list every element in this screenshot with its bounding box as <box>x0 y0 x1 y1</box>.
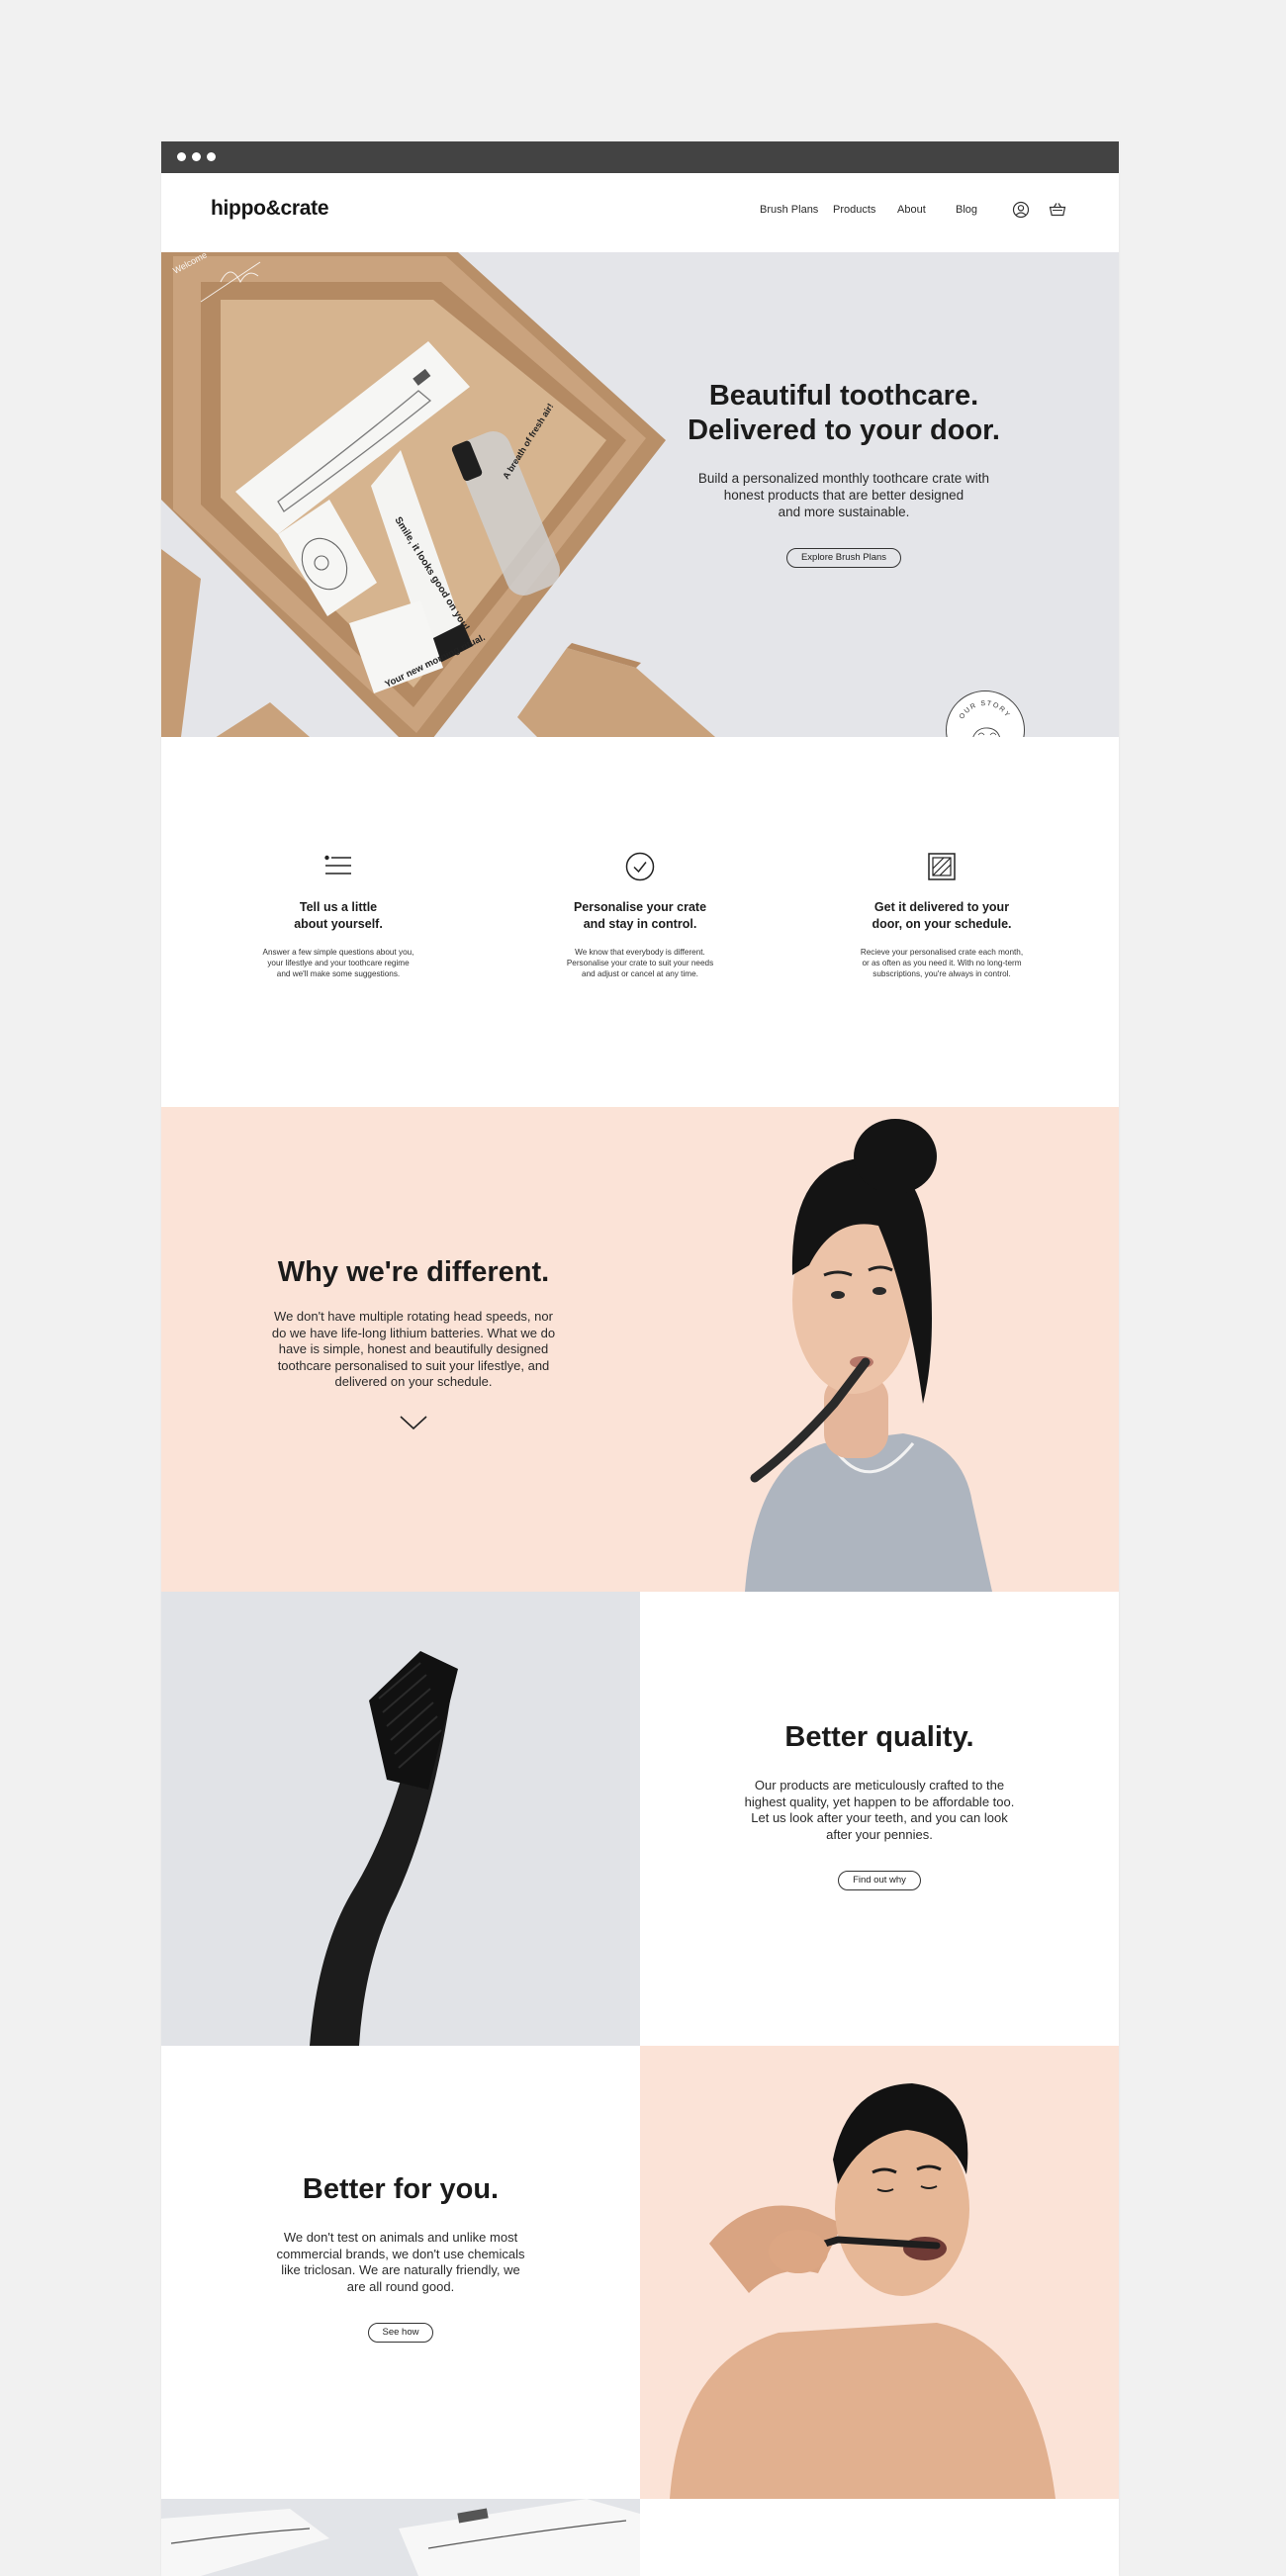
how-it-works-section: Tell us a little about yourself. Answer a… <box>161 737 1119 1107</box>
find-out-why-button[interactable]: Find out why <box>838 1871 921 1890</box>
basket-icon[interactable] <box>1048 200 1067 220</box>
man-brushing-photo <box>640 2046 1119 2499</box>
list-icon <box>324 855 351 874</box>
better-for-you-copy: Better for you. We don't test on animals… <box>257 2172 544 2343</box>
hero-subtitle: Build a personalized monthly toothcare c… <box>697 471 990 519</box>
see-how-button[interactable]: See how <box>367 2323 434 2343</box>
hero-title: Beautiful toothcare. Delivered to your d… <box>688 380 1000 446</box>
step-card: Personalise your crate and stay in contro… <box>526 851 754 979</box>
chevron-down-icon[interactable] <box>398 1413 429 1432</box>
section-title: Why we're different. <box>277 1256 550 1288</box>
nav-link-blog[interactable]: Blog <box>956 204 977 216</box>
step-description: Recieve your personalised crate each mon… <box>860 948 1024 978</box>
section-body: We don't have multiple rotating head spe… <box>271 1309 556 1389</box>
step-description: Answer a few simple questions about you,… <box>262 948 414 978</box>
nav-link-about[interactable]: About <box>897 204 926 216</box>
black-toothbrush-photo <box>161 1592 640 2046</box>
svg-text:OUR STORY: OUR STORY <box>959 700 1011 720</box>
browser-chrome <box>161 141 1119 173</box>
section-title: Better quality. <box>784 1721 974 1753</box>
step-title: Tell us a little about yourself. <box>294 900 383 931</box>
nav-link-brush-plans[interactable]: Brush Plans <box>760 204 818 216</box>
window-dot <box>177 152 186 161</box>
crate-icon <box>928 853 956 880</box>
man-brushing-image <box>670 2083 1056 2499</box>
step-title: Personalise your crate and stay in contro… <box>573 900 707 931</box>
browser-frame: hippo&crate Brush Plans Products About B… <box>161 141 1119 2576</box>
hero-copy: Beautiful toothcare. Delivered to your d… <box>676 379 1012 568</box>
step-description: We know that everybody is different. Pers… <box>566 948 714 978</box>
user-icon[interactable] <box>1011 200 1031 220</box>
window-dot <box>192 152 201 161</box>
step-card: Tell us a little about yourself. Answer a… <box>225 851 452 979</box>
woman-brushing-photo <box>745 1119 992 1592</box>
blank-section <box>640 2499 1119 2576</box>
check-circle-icon <box>625 852 655 881</box>
toothbrush-boxes-photo <box>161 2499 640 2576</box>
step-card: Get it delivered to your door, on your sc… <box>828 851 1056 979</box>
nav-link-products[interactable]: Products <box>833 204 875 216</box>
why-different-copy: Why we're different. We don't have multi… <box>250 1255 577 1432</box>
brand-logo[interactable]: hippo&crate <box>211 197 329 221</box>
toothbrush-image <box>310 1651 458 2046</box>
better-for-you-section: Better for you. We don't test on animals… <box>161 2046 640 2499</box>
hero-section: Smile, it looks good on you! A breath of… <box>161 252 1119 737</box>
better-quality-section: Better quality. Our products are meticul… <box>640 1592 1119 2046</box>
better-quality-copy: Better quality. Our products are meticul… <box>716 1720 1043 1890</box>
site-header: hippo&crate Brush Plans Products About B… <box>161 173 1119 252</box>
step-title: Get it delivered to your door, on your sc… <box>872 900 1012 931</box>
section-title: Better for you. <box>302 2173 500 2205</box>
boxes-image <box>161 2499 640 2576</box>
explore-brush-plans-button[interactable]: Explore Brush Plans <box>785 548 902 568</box>
section-body: We don't test on animals and unlike most… <box>276 2230 525 2294</box>
window-dot <box>207 152 216 161</box>
why-different-section: Why we're different. We don't have multi… <box>161 1107 1119 1592</box>
section-body: Our products are meticulously crafted to… <box>744 1778 1015 1842</box>
